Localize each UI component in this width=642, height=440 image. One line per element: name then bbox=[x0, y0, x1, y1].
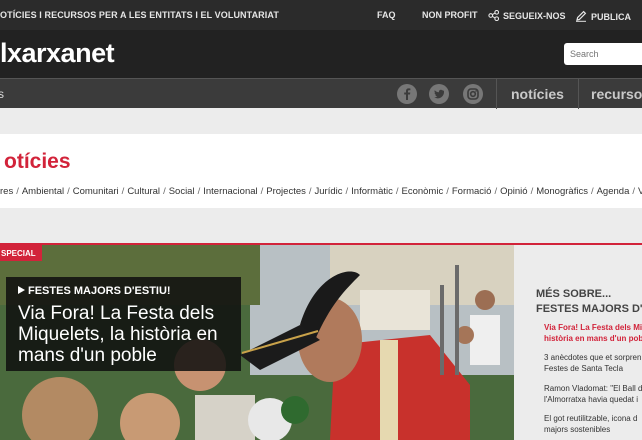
category-list: res / Ambiental / Comunitari / Cultural / Social… bbox=[0, 186, 642, 197]
category-separator: / bbox=[121, 186, 125, 197]
logo-bar: lxarxanet bbox=[0, 30, 642, 78]
category-link[interactable]: Agenda bbox=[597, 186, 630, 197]
category-link[interactable]: Informàtic bbox=[351, 186, 393, 197]
category-link[interactable]: Monogràfics bbox=[536, 186, 588, 197]
category-separator: / bbox=[67, 186, 70, 197]
non-profit-link[interactable]: NON PROFIT bbox=[422, 10, 478, 20]
related-heading: MÉS SOBRE... FESTES MAJORS D'ES bbox=[536, 287, 642, 317]
nav-divider bbox=[578, 79, 579, 109]
related-link-line2: Festes de Santa Tecla bbox=[544, 363, 624, 373]
category-link[interactable]: Jurídic bbox=[315, 186, 343, 197]
section-title: otícies bbox=[4, 150, 71, 173]
feature-kicker-text: FESTES MAJORS D'ESTIU! bbox=[28, 285, 171, 297]
related-link-line1: El got reutilitzable, icona d bbox=[544, 414, 638, 423]
category-separator: / bbox=[632, 186, 635, 197]
category-link[interactable]: Ambiental bbox=[22, 186, 64, 197]
category-separator: / bbox=[590, 186, 594, 197]
related-link-line2: l'Almorratxa havia quedat i bbox=[544, 394, 639, 404]
nav-item-partial[interactable]: s bbox=[0, 87, 4, 101]
category-separator: / bbox=[446, 186, 449, 197]
category-separator: / bbox=[260, 186, 264, 197]
category-separator: / bbox=[163, 186, 166, 197]
faq-link[interactable]: FAQ bbox=[377, 10, 396, 20]
related-link-line1: Via Fora! La Festa dels Miqu bbox=[544, 323, 642, 332]
related-sidebar: MÉS SOBRE... FESTES MAJORS D'ES Via Fora… bbox=[514, 245, 642, 440]
category-link[interactable]: Social bbox=[169, 186, 195, 197]
publish-label: PUBLICA bbox=[591, 12, 631, 22]
related-link[interactable]: El got reutilitzable, icona d majors sos… bbox=[544, 414, 642, 435]
nav-link-recursos[interactable]: recursos bbox=[591, 86, 642, 102]
related-link-line1: Ramon Vladomat: "El Ball d bbox=[544, 384, 642, 393]
category-link[interactable]: Formació bbox=[452, 186, 492, 197]
search-input[interactable] bbox=[564, 43, 642, 65]
feature-title[interactable]: Via Fora! La Festa dels Miquelets, la hi… bbox=[18, 303, 238, 366]
related-link[interactable]: 3 anècdotes que et sorpren Festes de San… bbox=[544, 353, 642, 374]
category-separator: / bbox=[494, 186, 498, 197]
nav-link-noticies[interactable]: notícies bbox=[511, 86, 564, 102]
site-logo[interactable]: lxarxanet bbox=[0, 38, 115, 69]
facebook-icon[interactable] bbox=[397, 84, 417, 104]
category-separator: / bbox=[308, 186, 312, 197]
related-heading-line1: MÉS SOBRE... bbox=[536, 288, 612, 300]
featured-article[interactable]: SPECIAL FESTES MAJORS D'ESTIU! Via Fora!… bbox=[0, 245, 514, 440]
follow-us-link[interactable]: SEGUEIX-NOS bbox=[488, 10, 566, 21]
section-panel: otícies res / Ambiental / Comunitari / Cultura… bbox=[0, 134, 642, 208]
category-link[interactable]: Projectes bbox=[266, 186, 306, 197]
publish-link[interactable]: PUBLICA bbox=[575, 10, 631, 22]
follow-us-label: SEGUEIX-NOS bbox=[503, 11, 566, 21]
related-link[interactable]: Via Fora! La Festa dels Miqu història en… bbox=[544, 323, 642, 344]
category-link[interactable]: Internacional bbox=[203, 186, 257, 197]
category-separator: / bbox=[16, 186, 19, 197]
feature-caption[interactable]: FESTES MAJORS D'ESTIU! Via Fora! La Fest… bbox=[6, 277, 241, 371]
category-separator: / bbox=[530, 186, 534, 197]
instagram-icon[interactable] bbox=[463, 84, 483, 104]
related-link-line2: majors sostenibles bbox=[544, 424, 611, 434]
play-icon bbox=[18, 286, 25, 294]
site-tagline: OTÍCIES I RECURSOS PER A LES ENTITATS I … bbox=[0, 10, 279, 20]
related-link[interactable]: Ramon Vladomat: "El Ball d l'Almorratxa … bbox=[544, 384, 642, 405]
category-link[interactable]: Opinió bbox=[500, 186, 527, 197]
category-link[interactable]: Comunitari bbox=[73, 186, 119, 197]
main-nav: s notícies recursos bbox=[0, 78, 642, 109]
top-bar: OTÍCIES I RECURSOS PER A LES ENTITATS I … bbox=[0, 0, 642, 30]
related-heading-line2: FESTES MAJORS D'ES bbox=[536, 303, 642, 315]
category-separator: / bbox=[345, 186, 349, 197]
special-badge: SPECIAL bbox=[0, 245, 42, 261]
pencil-icon bbox=[576, 10, 587, 22]
category-separator: / bbox=[197, 186, 201, 197]
related-link-line2: història en mans d'un pobl bbox=[544, 333, 642, 343]
category-link[interactable]: Vide bbox=[638, 186, 642, 197]
category-separator: / bbox=[395, 186, 399, 197]
share-icon bbox=[488, 10, 499, 21]
category-link[interactable]: res bbox=[0, 186, 13, 197]
category-link[interactable]: Cultural bbox=[127, 186, 160, 197]
nav-divider bbox=[496, 79, 497, 109]
category-link[interactable]: Econòmic bbox=[402, 186, 444, 197]
twitter-icon[interactable] bbox=[429, 84, 449, 104]
related-link-line1: 3 anècdotes que et sorpren bbox=[544, 353, 642, 362]
feature-kicker: FESTES MAJORS D'ESTIU! bbox=[18, 285, 231, 297]
